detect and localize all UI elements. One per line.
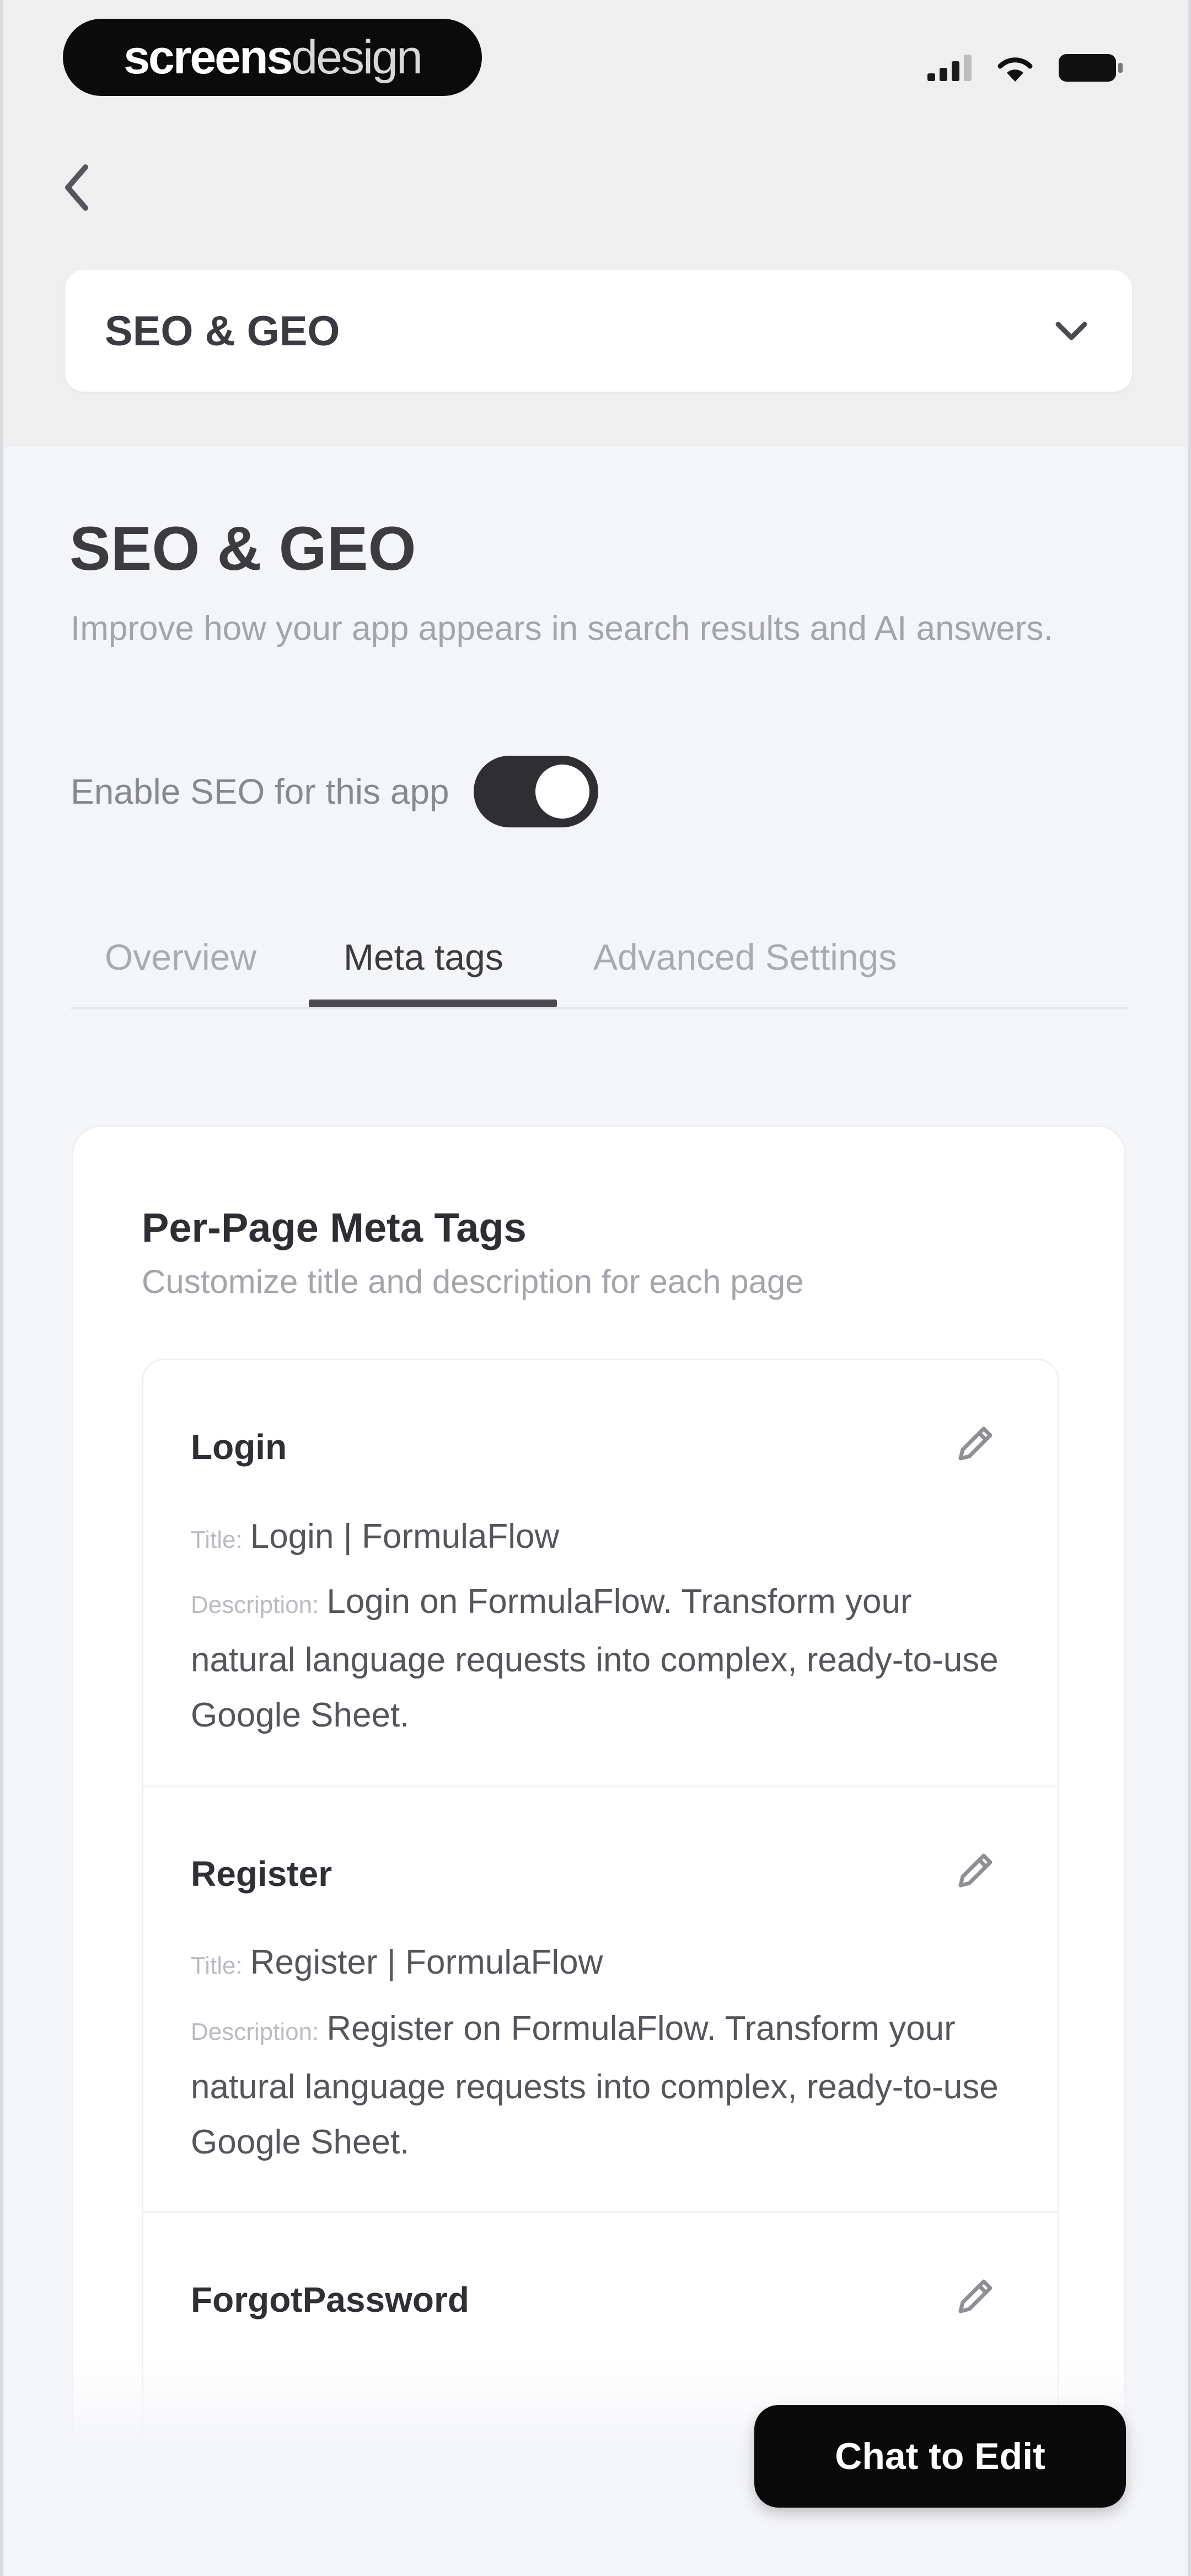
meta-title-value: Register | FormulaFlow xyxy=(250,1943,603,1981)
dropdown-selected-value: SEO & GEO xyxy=(105,307,340,355)
cellular-signal-icon xyxy=(927,55,972,81)
page-title: SEO & GEO xyxy=(69,514,416,583)
pencil-icon xyxy=(958,2279,993,2313)
page-name: Register xyxy=(191,1854,332,1894)
toggle-knob xyxy=(535,765,589,819)
meta-description-key: Description: xyxy=(191,2018,319,2045)
meta-title-line: Title: Login | FormulaFlow xyxy=(191,1509,1018,1568)
meta-description-line: Description: Register on FormulaFlow. Tra… xyxy=(191,2001,1018,2170)
edit-page-button[interactable] xyxy=(948,2268,1004,2323)
edit-page-button[interactable] xyxy=(948,1842,1004,1898)
meta-title-value: Login | FormulaFlow xyxy=(250,1517,560,1556)
list-item: Login Title: Login | FormulaFlow Descript… xyxy=(143,1360,1058,1787)
meta-description-line: Description: Login on FormulaFlow. Transf… xyxy=(191,1574,1018,1743)
pencil-icon xyxy=(958,1853,993,1888)
tab-bar: Overview Meta tags Advanced Settings xyxy=(71,905,1129,1009)
status-bar-icons xyxy=(927,49,1123,87)
seo-toggle-label: Enable SEO for this app xyxy=(71,772,449,811)
brand-logo: screens design xyxy=(63,19,482,96)
chat-to-edit-button[interactable]: Chat to Edit xyxy=(754,2405,1126,2508)
wifi-icon xyxy=(997,57,1033,82)
section-dropdown[interactable]: SEO & GEO xyxy=(65,270,1132,392)
tab-meta-tags[interactable]: Meta tags xyxy=(344,921,503,993)
top-header-area: screens design SEO & GEO xyxy=(3,0,1188,447)
app-screen: screens design SEO & GEO SEO & GEO Impro… xyxy=(0,0,1191,2576)
brand-logo-bold: screens xyxy=(124,30,293,84)
page-name: ForgotPassword xyxy=(191,2280,469,2320)
page-name: Login xyxy=(191,1427,287,1467)
chevron-down-icon xyxy=(1055,322,1087,340)
back-button[interactable] xyxy=(52,160,101,215)
card-title: Per-Page Meta Tags xyxy=(142,1205,527,1250)
card-subtitle: Customize title and description for each… xyxy=(142,1263,804,1300)
active-tab-indicator xyxy=(309,1000,557,1007)
seo-enable-toggle[interactable] xyxy=(473,756,598,827)
meta-description-key: Description: xyxy=(191,1591,319,1618)
meta-title-line: Title: Register | FormulaFlow xyxy=(191,1935,1018,1994)
pencil-icon xyxy=(958,1426,993,1461)
meta-title-key: Title: xyxy=(191,1952,243,1979)
tab-advanced-settings[interactable]: Advanced Settings xyxy=(593,921,897,993)
tab-overview[interactable]: Overview xyxy=(105,921,256,993)
seo-toggle-row: Enable SEO for this app xyxy=(71,756,598,827)
chevron-left-icon xyxy=(65,164,88,211)
page-subtitle: Improve how your app appears in search r… xyxy=(71,610,1053,648)
per-page-meta-tags-card: Per-Page Meta Tags Customize title and d… xyxy=(72,1125,1126,2576)
battery-icon xyxy=(1059,54,1123,82)
brand-logo-light: design xyxy=(291,30,422,84)
edit-page-button[interactable] xyxy=(948,1415,1004,1471)
list-item: Register Title: Register | FormulaFlow De… xyxy=(143,1787,1058,2213)
meta-title-key: Title: xyxy=(191,1526,243,1553)
